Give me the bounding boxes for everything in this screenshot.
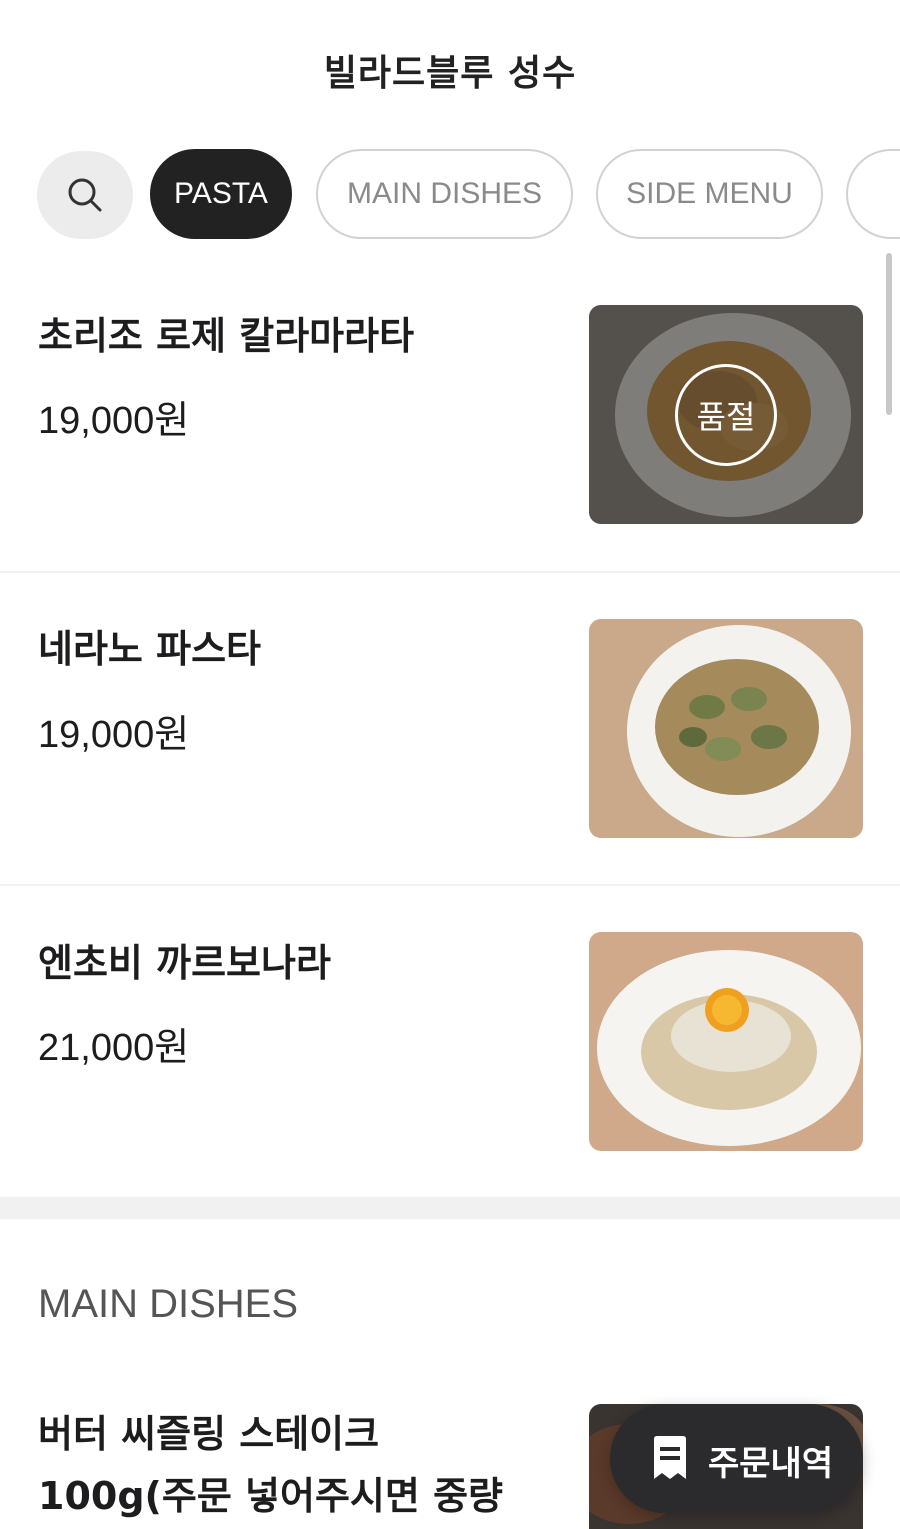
scrollbar[interactable] — [886, 253, 892, 415]
menu-item-name: 초리조 로제 칼라마라타 — [38, 314, 415, 358]
header: 빌라드블루 성수 — [0, 0, 900, 140]
order-history-button[interactable]: 주문내역 — [610, 1404, 863, 1513]
tab-pasta[interactable]: PASTA — [150, 149, 292, 239]
soldout-badge: 품절 — [675, 364, 777, 466]
section-separator — [0, 1197, 900, 1219]
tab-main-dishes[interactable]: MAIN DISHES — [316, 149, 573, 239]
menu-item-name-line1: 버터 씨즐링 스테이크 — [38, 1412, 380, 1456]
order-history-label: 주문내역 — [708, 1444, 834, 1484]
category-tabs: PASTA MAIN DISHES SIDE MENU — [0, 148, 900, 243]
menu-item-price: 19,000원 — [38, 714, 190, 756]
divider — [0, 571, 900, 573]
tab-side-menu[interactable]: SIDE MENU — [596, 149, 823, 239]
menu-item-price: 19,000원 — [38, 400, 190, 442]
search-button[interactable] — [37, 151, 133, 239]
menu-item-name: 엔초비 까르보나라 — [38, 941, 331, 985]
search-icon — [68, 178, 102, 212]
menu-item-price: 21,000원 — [38, 1027, 190, 1069]
menu-item-image: 품절 — [589, 305, 863, 524]
receipt-icon — [654, 1436, 686, 1479]
page-title: 빌라드블루 성수 — [323, 53, 577, 94]
menu-item-name: 네라노 파스타 — [38, 627, 261, 671]
menu-item-name-line2: 100g(주문 넣어주시면 중량 — [38, 1474, 503, 1518]
section-title: MAIN DISHES — [38, 1282, 299, 1326]
menu-item-image — [589, 932, 863, 1151]
divider — [0, 884, 900, 886]
menu-item-image — [589, 619, 863, 838]
tab-next-partial[interactable] — [846, 149, 900, 239]
